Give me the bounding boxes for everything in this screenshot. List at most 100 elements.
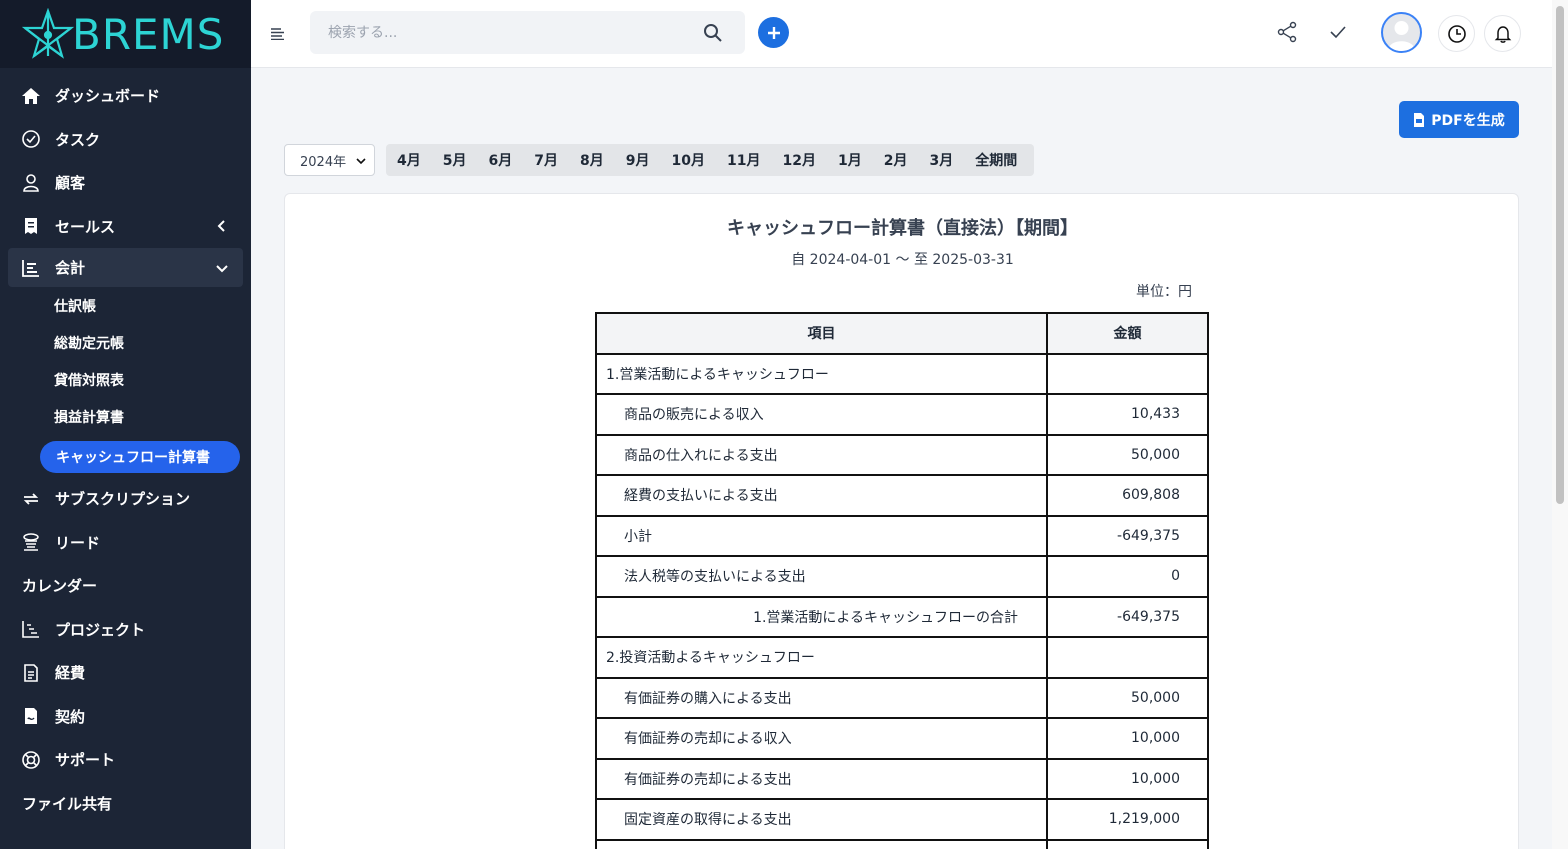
table-row: 1.営業活動によるキャッシュフローの合計 -649,375 bbox=[595, 595, 1209, 638]
user-avatar-icon bbox=[1388, 21, 1415, 51]
table-row: 2.投資活動よるキャッシュフロー bbox=[595, 636, 1209, 679]
month-tab-dec[interactable]: 12月 bbox=[771, 144, 826, 176]
sidebar-item-projects[interactable]: プロジェクト bbox=[0, 608, 251, 652]
report-card: キャッシュフロー計算書（直接法）【期間】 自 2024-04-01 〜 至 20… bbox=[284, 193, 1519, 849]
table-row: 小計 -649,375 bbox=[595, 514, 1209, 557]
sidebar-item-expenses[interactable]: 経費 bbox=[0, 651, 251, 695]
history-button[interactable] bbox=[1438, 15, 1475, 52]
row-amount: 10,000 bbox=[1046, 717, 1209, 760]
year-select[interactable]: 2024年 bbox=[284, 144, 375, 176]
sidebar-item-label: セールス bbox=[55, 217, 116, 236]
month-tab-may[interactable]: 5月 bbox=[432, 144, 478, 176]
row-label: 有価証券の売却による収入 bbox=[595, 717, 1048, 760]
row-amount bbox=[1046, 838, 1209, 849]
month-tab-jan[interactable]: 1月 bbox=[827, 144, 873, 176]
sidebar-item-label: サポート bbox=[55, 751, 116, 770]
lifebuoy-icon bbox=[20, 749, 42, 771]
logo[interactable]: BREMS bbox=[0, 0, 251, 68]
notifications-button[interactable] bbox=[1484, 15, 1521, 52]
page-scrollbar[interactable] bbox=[1552, 0, 1568, 849]
sidebar-item-leads[interactable]: リード bbox=[0, 521, 251, 565]
accounting-submenu: 仕訳帳 総勘定元帳 貸借対照表 損益計算書 キャッシュフロー計算書 bbox=[0, 287, 251, 473]
search-icon[interactable] bbox=[703, 23, 723, 43]
generate-pdf-button[interactable]: PDFを生成 bbox=[1399, 101, 1519, 138]
sidebar-item-file-sharing[interactable]: ファイル共有 bbox=[0, 782, 251, 826]
check-circle-icon bbox=[20, 128, 42, 150]
sidebar-item-dashboard[interactable]: ダッシュボード bbox=[0, 74, 251, 118]
chevron-down-icon bbox=[216, 264, 228, 272]
sidebar-item-accounting[interactable]: 会計 bbox=[8, 248, 243, 287]
month-tab-sep[interactable]: 9月 bbox=[615, 144, 661, 176]
sidebar-subitem-general-ledger[interactable]: 総勘定元帳 bbox=[54, 324, 251, 361]
row-label: 小計 bbox=[595, 514, 1048, 557]
sidebar-item-contracts[interactable]: 契約 bbox=[0, 695, 251, 739]
table-row: 有価証券の購入による支出 50,000 bbox=[595, 676, 1209, 719]
share-icon[interactable] bbox=[1275, 20, 1299, 44]
table-row: 1.営業活動によるキャッシュフロー bbox=[595, 352, 1209, 395]
avatar[interactable] bbox=[1381, 12, 1422, 53]
row-label: 経費の支払いによる支出 bbox=[595, 474, 1048, 517]
sidebar: BREMS ダッシュボード タスク 顧客 セールス 会計 仕訳帳 総勘定元帳 貸… bbox=[0, 0, 251, 849]
table-row: 法人税等の支払いによる支出 0 bbox=[595, 555, 1209, 598]
month-tab-all[interactable]: 全期間 bbox=[964, 144, 1028, 176]
sidebar-item-sales[interactable]: セールス bbox=[0, 205, 251, 249]
chevron-down-icon bbox=[356, 158, 366, 165]
sidebar-item-support[interactable]: サポート bbox=[0, 738, 251, 782]
sidebar-subitem-balance-sheet[interactable]: 貸借対照表 bbox=[54, 361, 251, 398]
month-tab-nov[interactable]: 11月 bbox=[716, 144, 771, 176]
funnel-icon bbox=[20, 531, 42, 553]
menu-toggle-icon[interactable] bbox=[271, 28, 285, 40]
contract-icon bbox=[20, 705, 42, 727]
table-row: 固定資産の取得による支出 1,219,000 bbox=[595, 798, 1209, 841]
user-icon bbox=[20, 172, 42, 194]
sidebar-item-label: プロジェクト bbox=[55, 620, 146, 639]
sidebar-item-label: 経費 bbox=[55, 664, 86, 683]
month-tab-oct[interactable]: 10月 bbox=[661, 144, 716, 176]
table-row: 有価証券の売却による収入 10,000 bbox=[595, 717, 1209, 760]
sidebar-item-label: タスク bbox=[55, 130, 101, 149]
month-tabs: 4月 5月 6月 7月 8月 9月 10月 11月 12月 1月 2月 3月 全… bbox=[386, 144, 1035, 176]
receipt-icon bbox=[20, 215, 42, 237]
sidebar-item-label: サブスクリプション bbox=[55, 490, 191, 509]
row-amount bbox=[1046, 636, 1209, 679]
row-label: 固定資産の取得による支出 bbox=[595, 798, 1048, 841]
chevron-left-icon bbox=[217, 220, 225, 232]
home-icon bbox=[20, 85, 42, 107]
row-label: 法人税等の支払いによる支出 bbox=[595, 555, 1048, 598]
sidebar-item-subscription[interactable]: サブスクリプション bbox=[0, 477, 251, 521]
scrollbar-thumb[interactable] bbox=[1556, 6, 1564, 504]
table-row bbox=[595, 838, 1209, 849]
report-unit: 単位：円 bbox=[1136, 284, 1192, 300]
month-tab-mar[interactable]: 3月 bbox=[918, 144, 964, 176]
sidebar-subitem-cash-flow[interactable]: キャッシュフロー計算書 bbox=[40, 441, 240, 473]
sidebar-subitem-journal[interactable]: 仕訳帳 bbox=[54, 287, 251, 324]
search-bar bbox=[310, 11, 745, 54]
row-label: 2.投資活動よるキャッシュフロー bbox=[595, 636, 1048, 679]
month-tab-jun[interactable]: 6月 bbox=[478, 144, 524, 176]
month-tab-apr[interactable]: 4月 bbox=[392, 144, 432, 176]
add-button[interactable] bbox=[758, 17, 789, 48]
clock-icon bbox=[1447, 24, 1466, 43]
chart-bar-icon bbox=[20, 257, 42, 279]
plus-icon bbox=[767, 26, 780, 39]
sidebar-nav: ダッシュボード タスク 顧客 セールス 会計 仕訳帳 総勘定元帳 貸借対照表 損… bbox=[0, 68, 251, 825]
month-tab-jul[interactable]: 7月 bbox=[523, 144, 569, 176]
search-input[interactable] bbox=[310, 11, 670, 54]
month-tab-aug[interactable]: 8月 bbox=[569, 144, 615, 176]
row-amount: 10,433 bbox=[1046, 393, 1209, 436]
sidebar-subitem-income-statement[interactable]: 損益計算書 bbox=[54, 398, 251, 435]
checkmark-icon[interactable] bbox=[1326, 20, 1350, 44]
sidebar-item-customers[interactable]: 顧客 bbox=[0, 161, 251, 205]
row-amount: -649,375 bbox=[1046, 595, 1209, 638]
month-tab-feb[interactable]: 2月 bbox=[873, 144, 919, 176]
sidebar-item-label: ファイル共有 bbox=[22, 794, 113, 813]
table-row: 商品の仕入れによる支出 50,000 bbox=[595, 433, 1209, 476]
generate-pdf-label: PDFを生成 bbox=[1431, 112, 1505, 129]
sidebar-item-label: ダッシュボード bbox=[55, 87, 161, 106]
sidebar-item-calendar[interactable]: カレンダー bbox=[0, 564, 251, 608]
sidebar-item-tasks[interactable]: タスク bbox=[0, 118, 251, 162]
table-row: 有価証券の売却による支出 10,000 bbox=[595, 757, 1209, 800]
row-label: 1.営業活動によるキャッシュフロー bbox=[595, 352, 1048, 395]
column-header-amount: 金額 bbox=[1046, 312, 1209, 355]
row-label: 1.営業活動によるキャッシュフローの合計 bbox=[595, 595, 1048, 638]
